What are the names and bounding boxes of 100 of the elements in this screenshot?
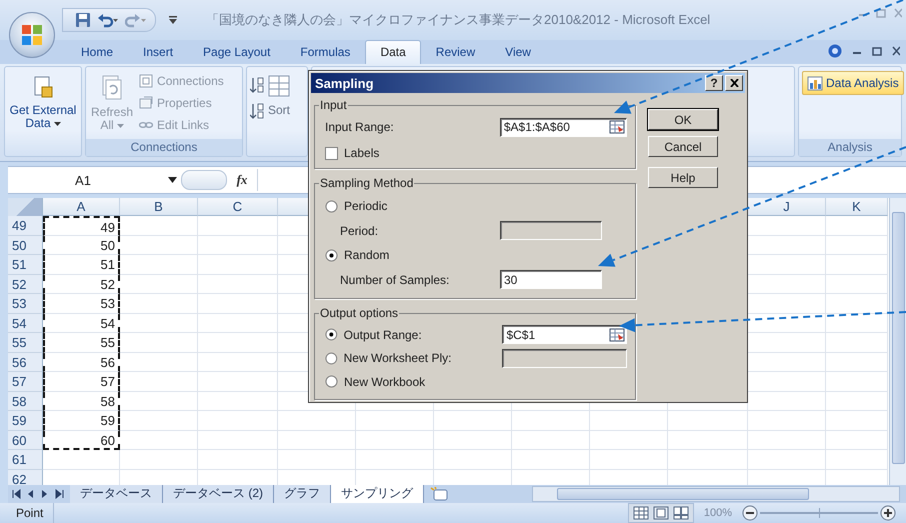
close-button[interactable] (725, 75, 743, 91)
table-cell[interactable] (120, 274, 198, 294)
radio-button[interactable] (325, 200, 338, 212)
horizontal-scrollbar[interactable] (532, 486, 900, 502)
table-cell[interactable] (120, 294, 198, 314)
sheet-tab[interactable]: データベース (2) (163, 485, 274, 503)
table-cell[interactable] (590, 411, 668, 430)
column-header[interactable]: K (826, 198, 888, 216)
table-cell[interactable] (826, 333, 888, 352)
table-cell[interactable]: 57 (43, 372, 120, 392)
table-cell[interactable] (198, 450, 278, 470)
table-cell[interactable] (356, 450, 434, 470)
table-cell[interactable]: 50 (43, 236, 120, 255)
row-header[interactable]: 53 (8, 294, 43, 314)
table-cell[interactable] (748, 411, 826, 430)
row-header[interactable]: 61 (8, 450, 43, 470)
table-cell[interactable] (512, 450, 590, 470)
table-cell[interactable] (43, 450, 120, 470)
table-cell[interactable] (668, 450, 748, 470)
table-cell[interactable]: 56 (43, 352, 120, 372)
table-cell[interactable]: 55 (43, 333, 120, 352)
save-icon[interactable] (75, 12, 91, 28)
table-cell[interactable] (120, 216, 198, 236)
dialog-button[interactable]: OK (648, 109, 718, 130)
table-cell[interactable] (826, 255, 888, 274)
table-cell[interactable] (356, 430, 434, 450)
table-cell[interactable] (198, 372, 278, 392)
table-cell[interactable] (826, 450, 888, 470)
table-cell[interactable] (198, 294, 278, 314)
row-header[interactable]: 57 (8, 372, 43, 392)
get-external-data-button[interactable]: Get External Data (8, 71, 78, 132)
row-header[interactable]: 60 (8, 430, 43, 450)
table-cell[interactable]: 49 (43, 216, 120, 236)
table-cell[interactable] (668, 411, 748, 430)
ribbon-tab[interactable]: Insert (128, 40, 188, 64)
range-picker-icon[interactable] (609, 120, 625, 134)
input-field[interactable]: 30 (500, 270, 602, 289)
ribbon-tab[interactable]: View (490, 40, 546, 64)
table-cell[interactable]: 51 (43, 255, 120, 274)
table-cell[interactable]: 52 (43, 274, 120, 294)
page-break-view-icon[interactable] (672, 506, 689, 520)
row-header[interactable]: 50 (8, 236, 43, 255)
table-cell[interactable] (826, 216, 888, 236)
table-cell[interactable] (826, 314, 888, 333)
row-header[interactable]: 51 (8, 255, 43, 274)
zoom-in-icon[interactable] (880, 505, 896, 521)
table-cell[interactable] (198, 255, 278, 274)
dropdown-icon[interactable] (168, 177, 177, 183)
normal-view-icon[interactable] (632, 506, 649, 520)
customize-caret-icon[interactable] (168, 15, 178, 25)
restore-icon[interactable] (872, 46, 882, 56)
ribbon-tab[interactable]: Page Layout (188, 40, 286, 64)
row-header[interactable]: 54 (8, 314, 43, 333)
redo-icon[interactable] (125, 12, 147, 28)
table-cell[interactable] (198, 352, 278, 372)
sort-button[interactable]: Sort (268, 71, 290, 156)
table-cell[interactable] (198, 411, 278, 430)
row-header[interactable]: 52 (8, 274, 43, 294)
table-cell[interactable] (826, 352, 888, 372)
page-layout-view-icon[interactable] (652, 506, 669, 520)
sort-descending-icon[interactable] (250, 103, 264, 119)
table-cell[interactable] (120, 314, 198, 333)
table-cell[interactable] (120, 392, 198, 411)
table-cell[interactable] (198, 236, 278, 255)
table-cell[interactable]: 60 (43, 430, 120, 450)
table-cell[interactable] (198, 333, 278, 352)
table-cell[interactable] (278, 411, 356, 430)
ribbon-tab[interactable]: Formulas (285, 40, 366, 64)
help-button[interactable]: ? (705, 75, 723, 91)
table-cell[interactable] (668, 430, 748, 450)
column-header[interactable]: B (120, 198, 198, 216)
table-cell[interactable] (120, 255, 198, 274)
table-cell[interactable] (826, 294, 888, 314)
table-cell[interactable] (120, 333, 198, 352)
radio-button[interactable] (325, 352, 338, 365)
table-cell[interactable] (198, 314, 278, 333)
table-cell[interactable] (198, 216, 278, 236)
table-cell[interactable] (512, 411, 590, 430)
table-cell[interactable] (826, 274, 888, 294)
table-cell[interactable] (748, 450, 826, 470)
table-cell[interactable] (120, 450, 198, 470)
table-cell[interactable] (826, 430, 888, 450)
table-cell[interactable]: 59 (43, 411, 120, 430)
table-cell[interactable] (434, 450, 512, 470)
table-cell[interactable] (434, 411, 512, 430)
table-cell[interactable] (198, 392, 278, 411)
input-field[interactable]: $C$1 (502, 325, 627, 344)
vertical-scrollbar[interactable] (889, 198, 906, 485)
table-cell[interactable]: 53 (43, 294, 120, 314)
table-cell[interactable] (826, 236, 888, 255)
table-cell[interactable]: 54 (43, 314, 120, 333)
table-cell[interactable] (434, 430, 512, 450)
row-header[interactable]: 55 (8, 333, 43, 352)
sheet-tab[interactable]: データベース (70, 485, 163, 503)
table-cell[interactable] (278, 430, 356, 450)
data-analysis-button[interactable]: Data Analysis (802, 71, 904, 95)
insert-function-button[interactable]: fx (227, 172, 257, 188)
table-cell[interactable] (590, 450, 668, 470)
row-header[interactable]: 49 (8, 216, 43, 236)
table-cell[interactable] (356, 411, 434, 430)
